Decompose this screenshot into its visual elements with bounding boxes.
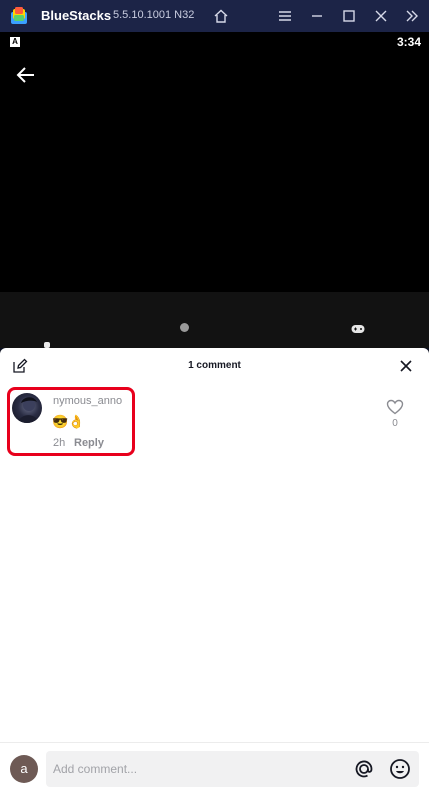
heart-icon[interactable] (386, 399, 404, 415)
reply-button[interactable]: Reply (74, 437, 104, 449)
comment-username[interactable]: nymous_anno (53, 395, 122, 407)
gamepad-icon (351, 321, 365, 333)
minimize-icon[interactable] (307, 6, 327, 26)
video-area[interactable] (0, 52, 429, 292)
close-window-icon[interactable] (371, 6, 391, 26)
home-icon[interactable] (211, 6, 231, 26)
comment-text: 😎👌 (52, 414, 85, 429)
comments-title: 1 comment (188, 360, 241, 371)
record-dot-icon (180, 323, 189, 332)
close-icon[interactable] (398, 358, 414, 374)
back-arrow-icon[interactable] (14, 63, 38, 87)
status-time: 3:34 (396, 35, 421, 49)
like-count: 0 (392, 418, 398, 429)
comment-time: 2h (53, 437, 66, 449)
app-version: 5.5.10.1001 N32 (113, 9, 195, 21)
app-name: BlueStacks (41, 8, 112, 23)
status-indicator-icon: A (10, 37, 20, 47)
commenter-avatar[interactable] (12, 393, 42, 423)
emoji-icon[interactable] (389, 758, 411, 780)
menu-icon[interactable] (275, 6, 295, 26)
status-bar (0, 32, 429, 52)
at-icon[interactable] (353, 758, 375, 780)
video-controls-strip (0, 292, 429, 348)
title-bar: BlueStacks 5.5.10.1001 N32 (0, 0, 429, 32)
sidebar-toggle-icon[interactable] (402, 6, 422, 26)
maximize-icon[interactable] (339, 6, 359, 26)
user-avatar[interactable]: a (10, 755, 38, 783)
bluestacks-logo-icon (9, 6, 29, 26)
